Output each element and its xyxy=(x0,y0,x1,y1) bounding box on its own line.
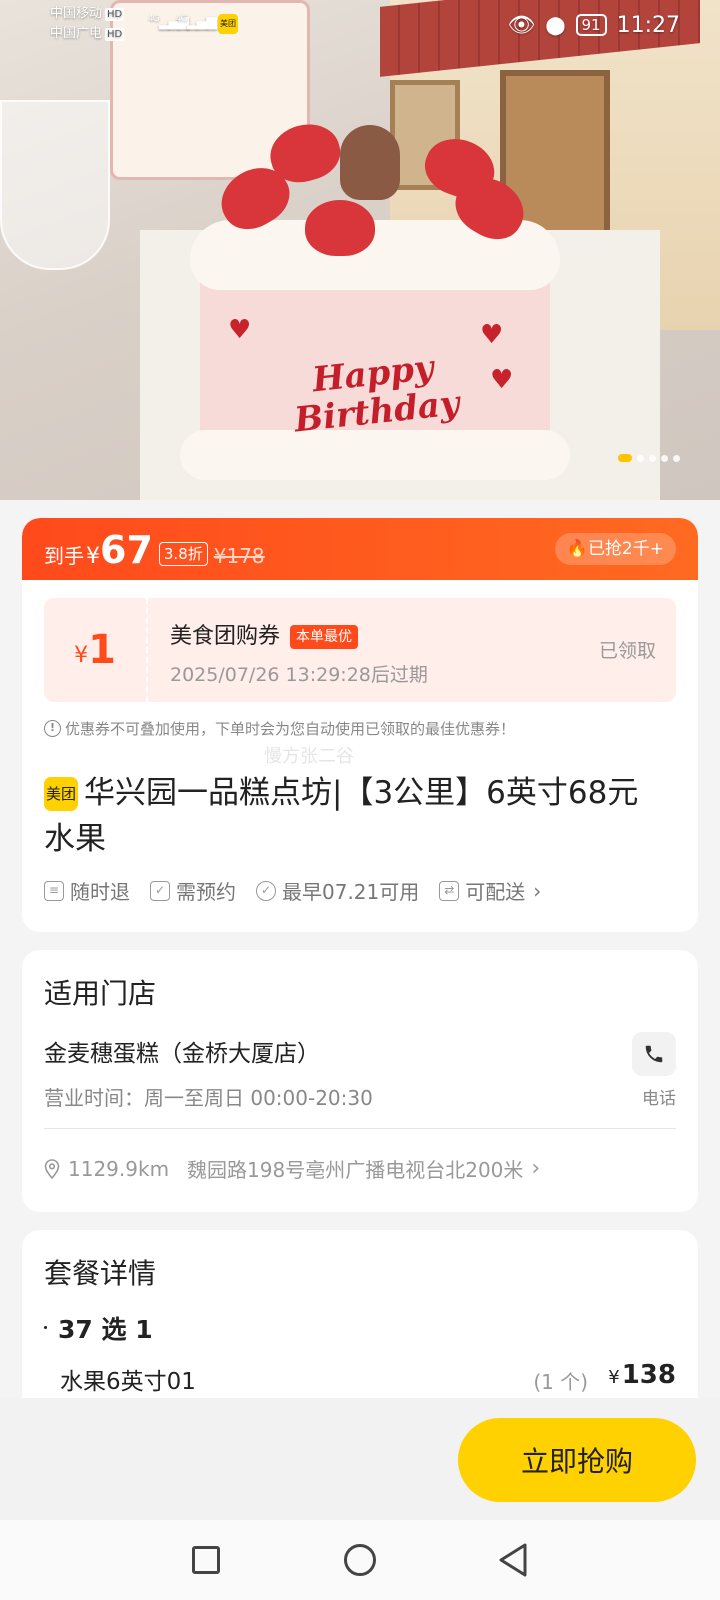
watermark: 慢方张二谷 xyxy=(264,746,354,767)
calendar-check-icon: ✓ xyxy=(150,880,170,901)
store-section-title: 适用门店 xyxy=(44,977,157,1010)
recents-icon[interactable] xyxy=(192,1546,220,1574)
fire-icon: 🔥 xyxy=(566,539,588,559)
carousel-dot xyxy=(649,454,656,462)
sold-count-badge: 🔥已抢2千+ xyxy=(554,533,676,565)
back-icon[interactable] xyxy=(496,1542,530,1578)
heart-decoration: ♥ xyxy=(480,320,504,350)
product-title: 美团 华兴园一品糕点坊|【3公里】6英寸68元水果 xyxy=(44,775,639,857)
meituan-app-icon: 美团 xyxy=(218,14,238,34)
store-hours: 营业时间：周一至周日 00:00-20:30 xyxy=(44,1086,373,1110)
package-item-price: ¥138 xyxy=(608,1360,676,1390)
coupon-card[interactable]: ¥ 1 美食团购券 本单最优 2025/07/26 13:29:28后过期 已领取 xyxy=(44,598,676,702)
chevron-right-icon: › xyxy=(531,1156,541,1181)
chevron-right-icon: › xyxy=(533,878,542,903)
coupon-notice: ! 优惠券不可叠加使用，下单时会为您自动使用已领取的最佳优惠券！ xyxy=(44,718,515,739)
phone-label: 电话 xyxy=(642,1089,676,1109)
product-summary-card: 到手 ¥ 67 3.8折 ¥178 🔥已抢2千+ ¥ 1 美食团购券 本单最优 2… xyxy=(22,518,698,932)
carousel-dot xyxy=(673,454,680,462)
carousel-dot xyxy=(637,454,644,462)
check-circle-icon: ✓ xyxy=(256,880,276,901)
package-choice-count: 37 选 1 xyxy=(58,1315,153,1344)
divider xyxy=(44,1128,676,1129)
bullet xyxy=(44,1326,47,1329)
price-band: 到手 ¥ 67 3.8折 ¥178 🔥已抢2千+ xyxy=(22,518,698,580)
home-icon[interactable] xyxy=(344,1544,376,1576)
status-bar: 中国移动 HD 中国广电 HD 4G▂▄▆ 4G▂▄▆ 美团 👁 ⬤ 91 11:2… xyxy=(0,0,720,52)
store-card: 适用门店 金麦穗蛋糕（金桥大厦店） 营业时间：周一至周日 00:00-20:30… xyxy=(22,950,698,1212)
coupon-title: 美食团购券 本单最优 xyxy=(170,618,359,651)
background-glass xyxy=(0,100,110,270)
location-icon: ⬤ xyxy=(545,14,566,36)
carousel-dot xyxy=(661,454,668,462)
delivery-icon: ⇄ xyxy=(439,880,460,901)
carousel-dot-active xyxy=(618,454,632,462)
meituan-logo-icon: 美团 xyxy=(44,777,78,811)
carrier-2: 中国广电 HD xyxy=(50,26,125,41)
system-nav-bar xyxy=(0,1520,720,1600)
currency-symbol: ¥ xyxy=(86,544,100,569)
phone-icon xyxy=(645,1045,663,1063)
cake-base-frosting xyxy=(180,430,570,480)
cake-photo: ♥ ♥ ♥ Happy Birthday xyxy=(180,116,570,480)
carousel-indicator xyxy=(618,454,680,462)
heart-decoration: ♥ xyxy=(228,315,252,345)
info-icon: ! xyxy=(44,720,61,737)
carrier-1: 中国移动 HD xyxy=(50,6,125,21)
bear-topper xyxy=(340,125,400,200)
feature-earliest-date: ✓ 最早07.21可用 xyxy=(256,876,419,905)
package-item-name: 水果6英寸01 xyxy=(60,1369,196,1395)
product-image-carousel[interactable]: ♥ ♥ ♥ Happy Birthday 中国移动 HD 中国广电 HD 4G▂▄▆… xyxy=(0,0,720,500)
service-features[interactable]: ≡ 随时退 ✓ 需预约 ✓ 最早07.21可用 ⇄ 可配送 › xyxy=(44,876,541,905)
bottom-action-bar: 立即抢购 xyxy=(0,1398,720,1520)
best-coupon-tag: 本单最优 xyxy=(290,625,359,649)
heart-decoration: ♥ xyxy=(490,365,514,395)
final-price-label: 到手 xyxy=(44,544,84,568)
feature-delivery: ⇄ 可配送 › xyxy=(439,876,541,905)
strawberry xyxy=(305,200,375,256)
store-name[interactable]: 金麦穗蛋糕（金桥大厦店） xyxy=(44,1034,320,1068)
coupon-expiry: 2025/07/26 13:29:28后过期 xyxy=(170,664,428,686)
discount-badge: 3.8折 xyxy=(158,542,208,566)
coupon-amount: ¥ 1 xyxy=(44,598,148,702)
clock: 11:27 xyxy=(616,12,680,38)
location-pin-icon xyxy=(44,1158,60,1179)
receipt-icon: ≡ xyxy=(44,880,64,901)
package-item-qty: (1 个) xyxy=(533,1370,588,1394)
eye-icon: 👁 xyxy=(507,12,536,38)
original-price: ¥178 xyxy=(213,544,265,568)
feature-reservation: ✓ 需预约 xyxy=(150,876,236,905)
store-address[interactable]: 1129.9km 魏园路198号亳州广播电视台北200米 › xyxy=(44,1154,540,1183)
phone-button[interactable] xyxy=(632,1032,676,1076)
battery-indicator: 91 xyxy=(575,14,607,36)
coupon-status: 已领取 xyxy=(598,640,656,662)
final-price: 67 xyxy=(100,528,153,572)
signal-icon: 4G▂▄▆ xyxy=(176,14,217,30)
package-card: 套餐详情 37 选 1 水果6英寸01 (1 个) ¥138 xyxy=(22,1230,698,1400)
package-section-title: 套餐详情 xyxy=(44,1257,157,1290)
buy-now-button[interactable]: 立即抢购 xyxy=(458,1418,696,1502)
store-address-text: 魏园路198号亳州广播电视台北200米 xyxy=(187,1158,524,1182)
feature-refund: ≡ 随时退 xyxy=(44,876,130,905)
store-distance: 1129.9km xyxy=(68,1156,170,1181)
